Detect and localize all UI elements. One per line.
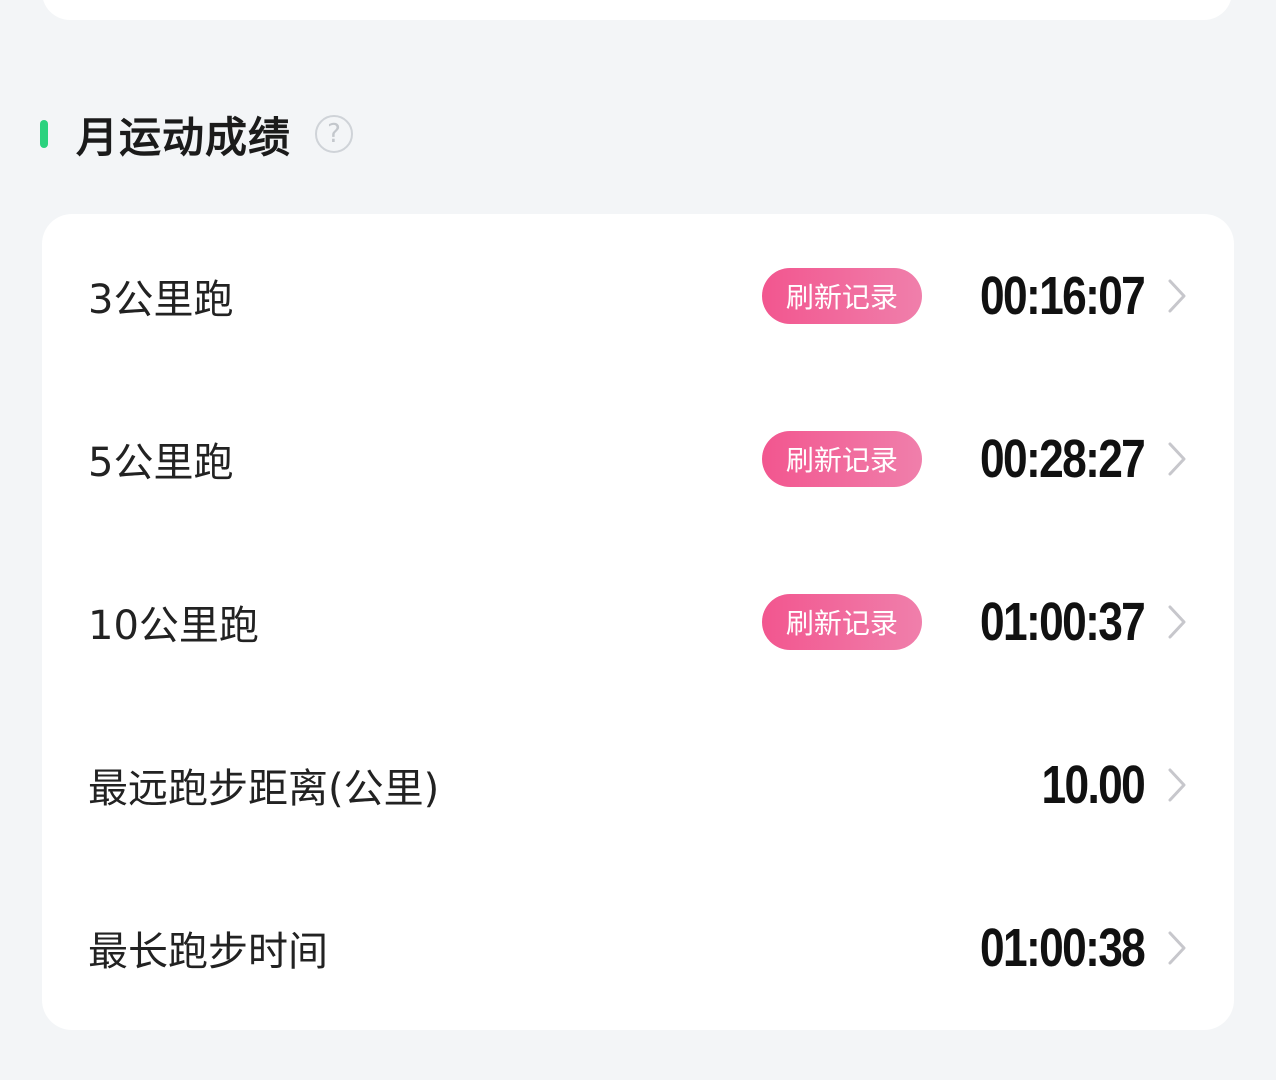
record-row-longest-distance[interactable]: 最远跑步距离(公里) 10.00 (42, 725, 1234, 845)
chevron-right-icon (1164, 276, 1190, 316)
section-header: 月运动成绩 ? (40, 104, 354, 164)
new-record-badge: 刷新记录 (761, 268, 922, 324)
chevron-right-icon (1164, 439, 1190, 479)
record-row-3km[interactable]: 3公里跑 刷新记录 00:16:07 (42, 236, 1234, 356)
record-label: 5公里跑 (88, 440, 234, 486)
chevron-right-icon (1164, 602, 1190, 642)
record-row-10km[interactable]: 10公里跑 刷新记录 01:00:37 (42, 562, 1234, 682)
new-record-badge: 刷新记录 (761, 431, 922, 487)
record-row-5km[interactable]: 5公里跑 刷新记录 00:28:27 (42, 399, 1234, 519)
previous-card (42, 0, 1232, 20)
record-label: 最长跑步时间 (88, 929, 328, 975)
record-row-longest-time[interactable]: 最长跑步时间 01:00:38 (42, 888, 1234, 1008)
chevron-right-icon (1164, 765, 1190, 805)
question-circle-icon[interactable]: ? (315, 115, 354, 153)
chevron-right-icon (1164, 928, 1190, 968)
record-value: 00:16:07 (979, 266, 1146, 326)
section-title: 月运动成绩 (76, 112, 292, 162)
record-value: 01:00:38 (979, 918, 1146, 978)
section-accent-bar (40, 120, 48, 148)
record-value: 01:00:37 (979, 592, 1146, 652)
new-record-badge: 刷新记录 (761, 594, 922, 650)
record-label: 最远跑步距离(公里) (88, 766, 440, 812)
records-card: 3公里跑 刷新记录 00:16:07 5公里跑 刷新记录 00:28:27 10… (42, 214, 1234, 1030)
record-label: 3公里跑 (88, 277, 234, 323)
record-value: 00:28:27 (979, 429, 1146, 489)
record-label: 10公里跑 (88, 603, 259, 649)
record-value: 10.00 (1041, 755, 1145, 815)
